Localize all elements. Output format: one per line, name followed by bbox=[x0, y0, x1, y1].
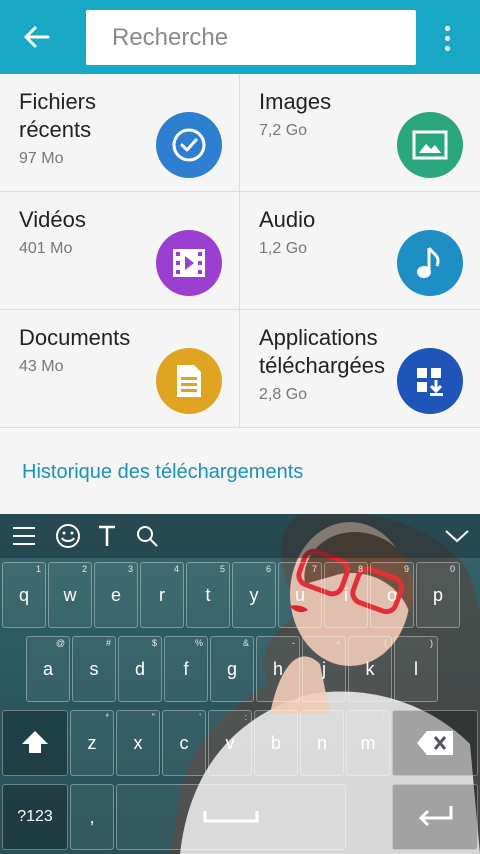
category-size: 401 Mo bbox=[19, 240, 73, 257]
category-recent-files[interactable]: Fichiers récents 97 Mo bbox=[0, 74, 240, 192]
app-bar bbox=[0, 0, 480, 74]
key-k[interactable]: (k bbox=[348, 636, 392, 702]
document-icon bbox=[156, 348, 222, 414]
category-name: Fichiers récents bbox=[19, 89, 97, 142]
music-note-icon bbox=[397, 230, 463, 296]
category-name: Documents bbox=[19, 325, 131, 350]
key-v[interactable]: :v bbox=[208, 710, 252, 776]
category-documents[interactable]: Documents 43 Mo bbox=[0, 310, 240, 428]
more-dot-icon bbox=[444, 45, 450, 51]
backspace-icon bbox=[417, 731, 453, 755]
key-g[interactable]: & g bbox=[210, 636, 254, 702]
category-name: Vidéos bbox=[19, 207, 86, 232]
key-m[interactable]: ? m bbox=[346, 710, 390, 776]
key-c[interactable]: ' c bbox=[162, 710, 206, 776]
emoji-icon[interactable] bbox=[53, 521, 83, 551]
key-e[interactable]: 3e bbox=[94, 562, 138, 628]
key-b[interactable]: ; b bbox=[254, 710, 298, 776]
menu-icon[interactable] bbox=[9, 521, 39, 551]
category-name: Images bbox=[259, 89, 332, 114]
space-key[interactable] bbox=[116, 784, 346, 850]
image-icon bbox=[397, 112, 463, 178]
category-name: Audio bbox=[259, 207, 316, 232]
search-icon[interactable] bbox=[132, 521, 162, 551]
key-r[interactable]: 4r bbox=[140, 562, 184, 628]
category-size: 2,8 Go bbox=[259, 386, 308, 403]
symbols-key[interactable]: ?123 bbox=[2, 784, 68, 850]
download-apps-icon bbox=[397, 348, 463, 414]
keyboard-toolbar bbox=[0, 514, 480, 558]
key-j[interactable]: + j bbox=[302, 636, 346, 702]
key-y[interactable]: 6y bbox=[232, 562, 276, 628]
key-s[interactable]: # s bbox=[72, 636, 116, 702]
key-a[interactable]: @ a bbox=[26, 636, 70, 702]
chevron-down-icon[interactable] bbox=[442, 521, 472, 551]
category-size: 1,2 Go bbox=[259, 240, 308, 257]
enter-icon bbox=[418, 806, 453, 827]
back-button[interactable] bbox=[14, 17, 60, 57]
soft-keyboard: 1q 2w 3e 4r 5t 6y 7u 8i 9o 0p @ a # s $ d %… bbox=[0, 514, 480, 854]
arrow-back-icon bbox=[24, 26, 50, 48]
key-u[interactable]: 7u bbox=[278, 562, 322, 628]
category-size: 43 Mo bbox=[19, 358, 64, 375]
text-format-icon[interactable] bbox=[92, 521, 122, 551]
key-t[interactable]: 5t bbox=[186, 562, 230, 628]
key-i[interactable]: 8i bbox=[324, 562, 368, 628]
key-p[interactable]: 0p bbox=[416, 562, 460, 628]
shift-icon bbox=[22, 731, 48, 753]
key-o[interactable]: 9o bbox=[370, 562, 414, 628]
more-dot-icon bbox=[444, 25, 450, 31]
comma-key[interactable]: , bbox=[70, 784, 114, 850]
key-d[interactable]: $ d bbox=[118, 636, 162, 702]
category-audio[interactable]: Audio 1,2 Go bbox=[240, 192, 480, 310]
space-bar-icon bbox=[203, 811, 259, 823]
key-n[interactable]: ! n bbox=[300, 710, 344, 776]
key-h[interactable]: -h bbox=[256, 636, 300, 702]
more-options-button[interactable] bbox=[432, 18, 462, 58]
download-history-link[interactable]: Historique des téléchargements bbox=[22, 461, 303, 484]
category-images[interactable]: Images 7,2 Go bbox=[240, 74, 480, 192]
key-f[interactable]: % f bbox=[164, 636, 208, 702]
category-videos[interactable]: Vidéos 401 Mo bbox=[0, 192, 240, 310]
key-z[interactable]: * z bbox=[70, 710, 114, 776]
backspace-key[interactable] bbox=[392, 710, 478, 776]
key-w[interactable]: 2w bbox=[48, 562, 92, 628]
category-name: Applications téléchargées bbox=[259, 325, 385, 378]
key-l[interactable]: ) l bbox=[394, 636, 438, 702]
more-dot-icon bbox=[444, 35, 450, 41]
download-history-section: Historique des téléchargements bbox=[0, 430, 480, 514]
key-x[interactable]: " x bbox=[116, 710, 160, 776]
search-input[interactable] bbox=[112, 23, 416, 52]
category-size: 7,2 Go bbox=[259, 122, 308, 139]
key-q[interactable]: 1q bbox=[2, 562, 46, 628]
category-grid: Fichiers récents 97 Mo Images 7,2 Go Vid… bbox=[0, 74, 480, 430]
shift-key[interactable] bbox=[2, 710, 68, 776]
clock-check-icon bbox=[156, 112, 222, 178]
category-downloaded-apps[interactable]: Applications téléchargées 2,8 Go bbox=[240, 310, 480, 428]
category-size: 97 Mo bbox=[19, 150, 64, 167]
video-icon bbox=[156, 230, 222, 296]
search-box[interactable] bbox=[86, 10, 416, 65]
enter-key[interactable] bbox=[392, 784, 478, 850]
